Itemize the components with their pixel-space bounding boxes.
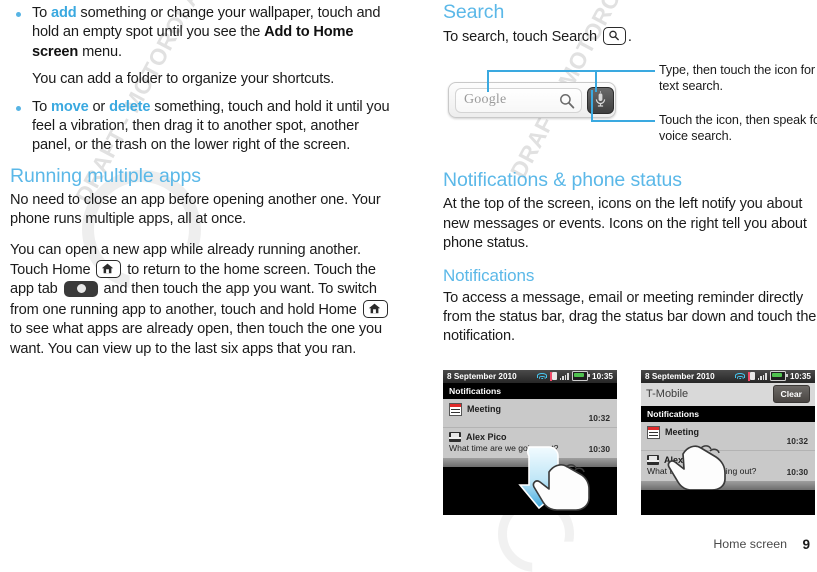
screenshot-drag-status-bar: 8 September 2010 10:35 Notifications Mee… [443, 369, 617, 515]
link-move[interactable]: move [51, 99, 89, 115]
notification-list: Meeting 10:32 Alex Pico What time are we… [443, 398, 617, 458]
bullet-move-lead: To [32, 98, 52, 115]
paragraph-multitasking-intro: No need to close an app before opening a… [10, 191, 381, 228]
notification-title: Meeting [665, 427, 700, 438]
status-bar-date: 8 September 2010 [645, 371, 715, 381]
calendar-icon [449, 402, 462, 416]
bullet-add-tail: menu. [78, 43, 122, 60]
clear-button[interactable]: Clear [772, 385, 810, 404]
bullet-add-text: To add something or change your wallpape… [32, 4, 392, 62]
sim-icon [549, 371, 557, 381]
wifi-icon [537, 372, 548, 380]
notification-head: Alex Pico [647, 454, 809, 465]
manual-page: DRAFT - MOTOROLA CONFIDENTIAL & PROPRIET… [0, 0, 817, 572]
search-intro-lead: To search, touch Search [443, 29, 601, 45]
search-placeholder: Google [464, 92, 507, 108]
battery-icon [572, 371, 590, 382]
notifications-panel-title: Notifications [443, 382, 617, 399]
notification-title: Alex Pico [466, 431, 507, 442]
paragraph-notifications-status: At the top of the screen, icons on the l… [443, 196, 807, 252]
leader-line-top-vertical-left [487, 70, 489, 93]
wifi-icon [735, 372, 746, 380]
notification-subtitle: What time are we going out? [647, 465, 757, 476]
home-icon [96, 260, 122, 279]
heading-running-multiple-apps: Running multiple apps [10, 164, 201, 187]
link-add[interactable]: add [51, 5, 77, 21]
page-footer: Home screen 9 [0, 531, 817, 552]
paragraph-notifications: To access a message, email or meeting re… [443, 289, 817, 345]
app-tab-icon [63, 281, 98, 298]
right-column: Search To search, touch Search . Google [443, 0, 817, 521]
search-input[interactable]: Google [455, 88, 582, 114]
calendar-icon [647, 425, 660, 439]
notification-row[interactable]: Alex Pico What time are we going out? 10… [443, 428, 617, 458]
empty-area [443, 466, 617, 515]
paragraph-multitasking-detail: You can open a new app while already run… [10, 241, 392, 359]
heading-notifications: Notifications [443, 265, 535, 285]
callout-voice-search: Touch the icon, then speak for a voice s… [659, 113, 817, 143]
search-icon [602, 27, 626, 45]
status-bar-time: 10:35 [790, 371, 811, 381]
status-bar-icons [715, 371, 790, 382]
bullet-move-conj: or [88, 98, 110, 115]
leader-line-bottom-vertical [591, 90, 593, 123]
notification-list: Meeting 10:32 Alex Pico What time are we… [641, 421, 815, 481]
signal-bars-icon [757, 372, 768, 381]
screenshot-touch-notification: 8 September 2010 10:35 T-Mobile Clear No… [641, 369, 815, 515]
notifications-panel-title: Notifications [641, 405, 815, 422]
empty-area [641, 489, 815, 515]
callout-text-search: Type, then touch the icon for a text sea… [659, 63, 817, 93]
bullet-add-lead: To [32, 5, 52, 21]
carrier-name: T-Mobile [646, 388, 689, 401]
page-number: 9 [802, 537, 810, 552]
notification-time: 10:32 [786, 435, 808, 446]
email-icon [647, 454, 659, 465]
notification-head: Meeting [647, 425, 809, 439]
notification-head: Meeting [449, 402, 611, 416]
phone-screenshot-figure: 8 September 2010 10:35 Notifications Mee… [443, 361, 817, 521]
left-column: To add something or change your wallpape… [10, 4, 392, 370]
status-bar: 8 September 2010 10:35 [443, 369, 617, 383]
leader-line-bottom-horizontal [591, 120, 655, 123]
notification-time: 10:30 [588, 443, 610, 454]
heading-search: Search [443, 1, 505, 23]
paragraph-search-intro: To search, touch Search . [443, 27, 817, 47]
notification-row[interactable]: Meeting 10:32 [641, 422, 815, 451]
footer-section-label: Home screen [713, 537, 787, 551]
bullet-add-item: To add something or change your wallpape… [10, 4, 392, 90]
notification-time: 10:32 [588, 412, 610, 423]
notification-time: 10:30 [786, 466, 808, 477]
notification-title: Alex Pico [664, 454, 705, 465]
status-bar-time: 10:35 [592, 371, 613, 381]
leader-line-top-horizontal [487, 70, 655, 73]
email-icon [449, 431, 461, 442]
notification-title: Meeting [467, 404, 502, 415]
search-intro-tail: . [627, 29, 632, 45]
notification-row[interactable]: Meeting 10:32 [443, 399, 617, 428]
status-bar-icons [517, 371, 592, 382]
notification-subtitle: What time are we going out? [449, 442, 559, 453]
status-bar: 8 September 2010 10:35 [641, 369, 815, 383]
drag-handle-strip[interactable] [641, 480, 815, 490]
sim-icon [747, 371, 755, 381]
bullet-list: To add something or change your wallpape… [10, 4, 392, 156]
leader-line-top-vertical-right [595, 70, 597, 93]
magnifier-icon[interactable] [559, 93, 575, 114]
status-bar-date: 8 September 2010 [447, 371, 517, 381]
bullet-move-delete-item: To move or delete something, touch and h… [10, 98, 392, 156]
heading-notifications-phone-status: Notifications & phone status [443, 169, 682, 192]
drag-handle-strip[interactable] [443, 457, 617, 467]
bullet-move-delete-text: To move or delete something, touch and h… [32, 98, 392, 156]
notification-row[interactable]: Alex Pico What time are we going out? 10… [641, 451, 815, 481]
battery-icon [770, 371, 788, 382]
home-icon-2 [362, 299, 388, 318]
search-widget-figure: Google Type, then touch the icon for a t… [443, 58, 817, 150]
carrier-bar: T-Mobile Clear [641, 382, 815, 406]
signal-bars-icon [559, 372, 570, 381]
notification-head: Alex Pico [449, 431, 611, 442]
link-delete[interactable]: delete [109, 99, 150, 115]
multitask-part-4: to see what apps are already open, then … [10, 321, 382, 357]
folder-note: You can add a folder to organize your sh… [32, 71, 335, 88]
